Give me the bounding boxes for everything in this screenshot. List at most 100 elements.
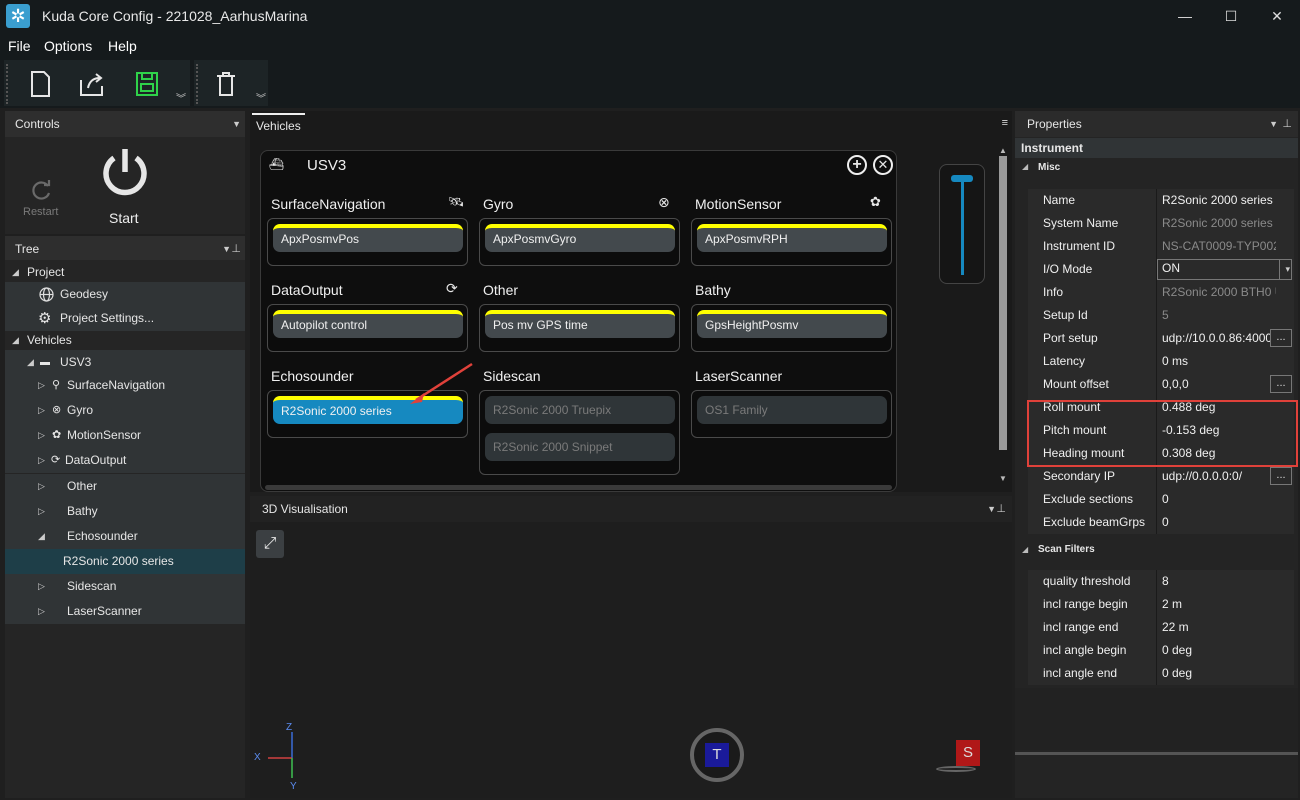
power-icon[interactable] xyxy=(99,145,151,199)
scroll-thumb[interactable] xyxy=(999,156,1007,450)
property-row[interactable]: quality threshold 8 xyxy=(1028,570,1294,593)
zoom-slider-track[interactable] xyxy=(961,179,964,275)
dropdown-icon[interactable]: ▼ xyxy=(987,496,996,522)
maximize-button[interactable]: ☐ xyxy=(1208,0,1254,32)
collapse-icon[interactable]: ◢ xyxy=(1022,162,1028,171)
property-row[interactable]: Info R2Sonic 2000 BTH0 UDP xyxy=(1028,281,1294,304)
trash-icon[interactable] xyxy=(214,70,238,98)
dropdown-icon[interactable]: ▼ xyxy=(1269,111,1278,137)
property-value[interactable]: 0 deg xyxy=(1162,639,1276,662)
fullscreen-icon[interactable]: ⤢ xyxy=(256,530,284,558)
splitter[interactable] xyxy=(1015,752,1298,755)
chevron-down-icon[interactable]: ▾ xyxy=(1279,259,1290,279)
property-value[interactable]: udp://10.0.0.86:4000 xyxy=(1162,327,1276,350)
instrument-chip[interactable]: Autopilot control xyxy=(273,310,463,338)
property-row[interactable]: incl angle begin 0 deg xyxy=(1028,639,1294,662)
expand-icon[interactable]: ▷ xyxy=(38,423,45,448)
browse-button[interactable]: ... xyxy=(1270,375,1292,393)
collapse-icon[interactable]: ◢ xyxy=(27,350,34,375)
tree-item-geodesy[interactable]: Geodesy xyxy=(5,282,245,307)
tree-item-surface-navigation[interactable]: ▷ ⚲ SurfaceNavigation xyxy=(5,373,245,398)
target-marker[interactable]: T xyxy=(690,728,744,782)
instrument-chip-disabled[interactable]: R2Sonic 2000 Snippet xyxy=(485,433,675,461)
add-icon[interactable]: + xyxy=(847,155,867,175)
minimize-button[interactable]: — xyxy=(1162,0,1208,32)
property-value[interactable]: 0 xyxy=(1162,511,1276,534)
expand-icon[interactable]: ▷ xyxy=(38,373,45,398)
property-value[interactable]: 8 xyxy=(1162,570,1276,593)
instrument-chip-disabled[interactable]: R2Sonic 2000 Truepix xyxy=(485,396,675,424)
close-icon[interactable]: ✕ xyxy=(873,155,893,175)
property-row[interactable]: Exclude beamGrps 0 xyxy=(1028,511,1294,534)
tree-item-laser-scanner[interactable]: ▷ LaserScanner xyxy=(5,599,245,624)
tree-item-bathy[interactable]: ▷ Bathy xyxy=(5,499,245,524)
menu-options[interactable]: Options xyxy=(44,38,92,54)
expand-icon[interactable]: ▷ xyxy=(38,499,45,524)
instrument-chip[interactable]: GpsHeightPosmv xyxy=(697,310,887,338)
dropdown-icon[interactable]: ▼ xyxy=(222,236,231,262)
property-row[interactable]: Exclude sections 0 xyxy=(1028,488,1294,511)
instrument-chip[interactable]: ApxPosmvPos xyxy=(273,224,463,252)
property-row[interactable]: incl angle end 0 deg xyxy=(1028,662,1294,685)
close-button[interactable]: ✕ xyxy=(1254,0,1300,32)
tree-item-motion-sensor[interactable]: ▷ ✿ MotionSensor xyxy=(5,423,245,448)
tree-item-data-output[interactable]: ▷ ⟳ DataOutput xyxy=(5,448,245,473)
property-row[interactable]: Secondary IP udp://0.0.0.0:0/... xyxy=(1028,465,1294,488)
menu-icon[interactable]: ≡ xyxy=(1002,117,1008,129)
dropdown-icon[interactable]: ▼ xyxy=(232,111,241,137)
new-file-icon[interactable] xyxy=(28,70,52,98)
menu-help[interactable]: Help xyxy=(108,38,137,54)
export-icon[interactable] xyxy=(78,70,106,98)
browse-button[interactable]: ... xyxy=(1270,467,1292,485)
menu-file[interactable]: File xyxy=(8,38,31,54)
toolbar-grip[interactable] xyxy=(6,64,9,104)
expand-icon[interactable]: ▷ xyxy=(38,474,45,499)
property-value[interactable]: 2 m xyxy=(1162,593,1276,616)
property-value[interactable]: 0,0,0 xyxy=(1162,373,1276,396)
pin-icon[interactable]: ⊥ xyxy=(996,496,1006,522)
tab-vehicles[interactable]: Vehicles xyxy=(252,113,305,137)
property-row[interactable]: System Name R2Sonic 2000 series xyxy=(1028,212,1294,235)
property-row[interactable]: Name R2Sonic 2000 series xyxy=(1028,189,1294,212)
zoom-slider-thumb[interactable] xyxy=(951,175,973,182)
property-row[interactable]: incl range begin 2 m xyxy=(1028,593,1294,616)
property-value[interactable]: 0 deg xyxy=(1162,662,1276,685)
instrument-chip[interactable]: ApxPosmvRPH xyxy=(697,224,887,252)
save-icon[interactable] xyxy=(134,70,160,98)
pin-icon[interactable]: ⊥ xyxy=(231,236,241,262)
tree-item-echosounder[interactable]: ◢ Echosounder xyxy=(5,524,245,549)
expand-icon[interactable]: ▷ xyxy=(38,574,45,599)
property-row[interactable]: Port setup udp://10.0.0.86:4000... xyxy=(1028,327,1294,350)
tree-item-usv3[interactable]: ◢ ▬ USV3 xyxy=(5,350,245,375)
ship-marker[interactable]: S xyxy=(956,740,980,766)
property-row[interactable]: Mount offset 0,0,0... xyxy=(1028,373,1294,396)
tree-item-gyro[interactable]: ▷ ⊗ Gyro xyxy=(5,398,245,423)
io-mode-select[interactable]: ON xyxy=(1157,259,1292,280)
property-row[interactable]: incl range end 22 m xyxy=(1028,616,1294,639)
chevron-down-icon[interactable]: ︾ xyxy=(256,90,266,105)
expand-icon[interactable]: ▷ xyxy=(38,599,45,624)
collapse-icon[interactable]: ◢ xyxy=(38,524,45,549)
chevron-down-icon[interactable]: ︾ xyxy=(176,90,186,105)
scroll-down-icon[interactable]: ▼ xyxy=(999,474,1007,483)
expand-icon[interactable]: ▷ xyxy=(38,398,45,423)
property-row[interactable]: Instrument ID NS-CAT0009-TYP0020 xyxy=(1028,235,1294,258)
vertical-scrollbar[interactable]: ▲ ▼ xyxy=(998,146,1008,486)
instrument-chip[interactable]: ApxPosmvGyro xyxy=(485,224,675,252)
property-value[interactable]: R2Sonic 2000 series xyxy=(1162,189,1276,212)
property-value[interactable]: 0 ms xyxy=(1162,350,1276,373)
restart-icon[interactable] xyxy=(31,179,53,201)
property-value[interactable]: udp://0.0.0.0:0/ xyxy=(1162,465,1276,488)
toolbar-grip[interactable] xyxy=(196,64,199,104)
browse-button[interactable]: ... xyxy=(1270,329,1292,347)
property-value[interactable]: 22 m xyxy=(1162,616,1276,639)
start-label[interactable]: Start xyxy=(109,210,139,226)
instrument-chip-disabled[interactable]: OS1 Family xyxy=(697,396,887,424)
tree-item-other[interactable]: ▷ Other xyxy=(5,474,245,499)
tree-item-r2sonic[interactable]: R2Sonic 2000 series xyxy=(5,549,245,574)
visualisation-viewport[interactable]: ⤢ Z X Y T S xyxy=(250,522,1012,798)
tree-item-sidescan[interactable]: ▷ Sidescan xyxy=(5,574,245,599)
collapse-icon[interactable]: ◢ xyxy=(1022,545,1028,554)
property-row[interactable]: I/O Mode ON ▾ xyxy=(1028,258,1294,281)
scroll-up-icon[interactable]: ▲ xyxy=(999,146,1007,155)
